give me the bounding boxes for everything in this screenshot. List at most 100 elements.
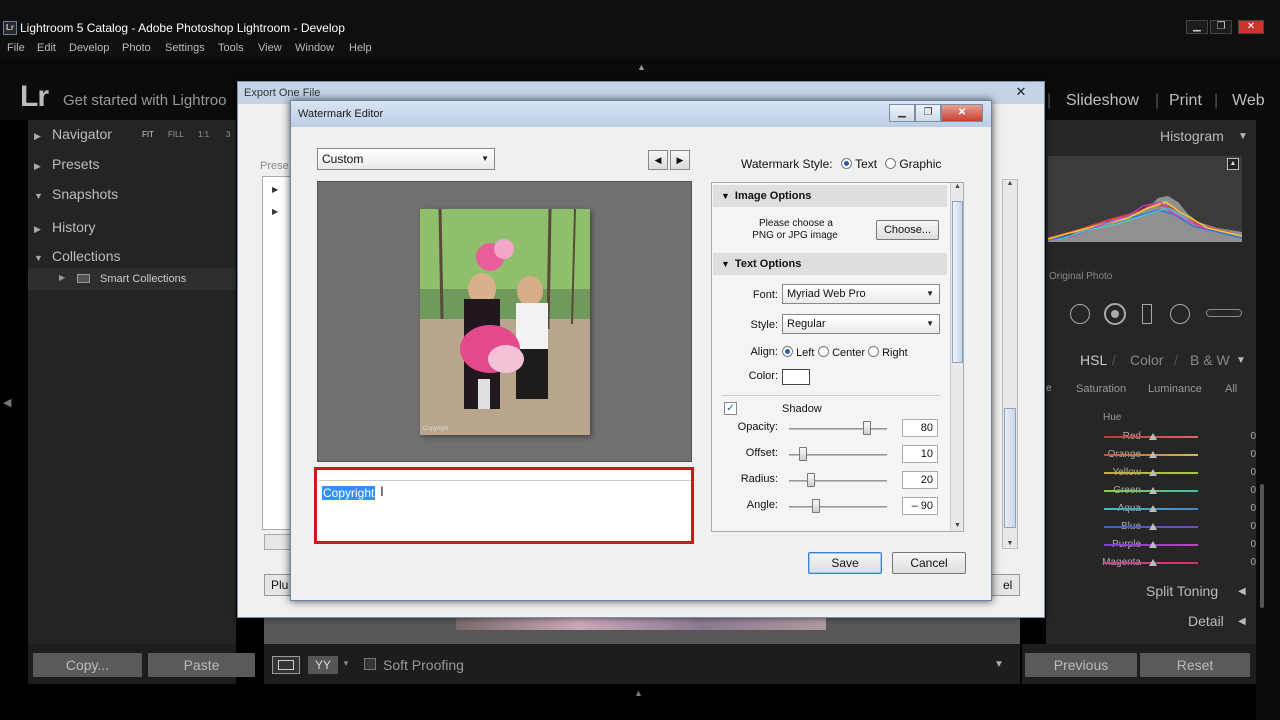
- close-window-button[interactable]: ✕: [1238, 20, 1264, 34]
- watermark-preset-select[interactable]: Custom ▼: [317, 148, 495, 170]
- close-icon[interactable]: ✕: [941, 104, 983, 122]
- section-presets[interactable]: ▶ Presets: [34, 156, 99, 172]
- reset-button[interactable]: Reset: [1140, 653, 1250, 677]
- tab-bw[interactable]: B & W: [1190, 352, 1230, 368]
- color-swatch[interactable]: [782, 369, 810, 385]
- radius-slider-thumb[interactable]: [807, 473, 815, 487]
- collapsed-triangle-icon[interactable]: ▶: [272, 185, 278, 194]
- subtab-all[interactable]: All: [1225, 383, 1237, 395]
- tab-color[interactable]: Color: [1130, 352, 1163, 368]
- histogram-header[interactable]: Histogram: [1160, 128, 1224, 144]
- zoom-custom[interactable]: 3: [226, 130, 230, 139]
- paste-settings-button[interactable]: Paste: [148, 653, 255, 677]
- align-left-radio[interactable]: Left: [782, 346, 814, 359]
- style-graphic-radio[interactable]: Graphic: [885, 157, 941, 171]
- menu-file[interactable]: File: [7, 42, 25, 54]
- right-panel-scrollbar[interactable]: [1256, 120, 1280, 720]
- watermark-text-input[interactable]: Copyright I: [314, 467, 694, 544]
- soft-proofing-checkbox[interactable]: [364, 658, 376, 670]
- hue-row-blue: Blue0: [1046, 518, 1256, 536]
- choose-image-button[interactable]: Choose...: [876, 220, 939, 240]
- angle-value[interactable]: – 90: [902, 497, 938, 515]
- toolbar-menu-icon[interactable]: ▼: [994, 659, 1004, 670]
- export-cancel-button[interactable]: el: [990, 574, 1020, 596]
- filmstrip-handle-icon[interactable]: ▲: [634, 688, 643, 698]
- adjustment-brush-icon[interactable]: [1206, 309, 1242, 317]
- export-close-icon[interactable]: ✕: [1006, 83, 1036, 101]
- menu-window[interactable]: Window: [295, 42, 334, 54]
- export-scrollbar[interactable]: ▲ ▼: [1002, 179, 1018, 549]
- split-toning-header[interactable]: Split Toning: [1146, 583, 1218, 599]
- opacity-slider-thumb[interactable]: [863, 421, 871, 435]
- minimize-icon[interactable]: ▁: [889, 104, 915, 122]
- scroll-down-icon[interactable]: ▼: [951, 522, 963, 529]
- shadow-checkbox[interactable]: ✓: [724, 402, 737, 415]
- tab-hsl[interactable]: HSL: [1080, 352, 1107, 368]
- view-dropdown-icon[interactable]: ▼: [342, 659, 350, 668]
- scroll-thumb[interactable]: [952, 201, 963, 363]
- scroll-up-icon[interactable]: ▲: [951, 183, 963, 190]
- copy-settings-button[interactable]: Copy...: [33, 653, 142, 677]
- opacity-value[interactable]: 80: [902, 419, 938, 437]
- menu-help[interactable]: Help: [349, 42, 372, 54]
- menu-settings[interactable]: Settings: [165, 42, 205, 54]
- cancel-button[interactable]: Cancel: [892, 552, 966, 574]
- section-history[interactable]: ▶ History: [34, 219, 96, 235]
- red-eye-icon[interactable]: [1104, 303, 1126, 325]
- left-panel-toggle-icon[interactable]: ◀: [3, 396, 11, 409]
- save-button[interactable]: Save: [808, 552, 882, 574]
- scroll-thumb[interactable]: [1260, 484, 1264, 608]
- module-slideshow[interactable]: Slideshow: [1066, 92, 1139, 110]
- next-photo-icon[interactable]: ▶: [670, 150, 690, 170]
- options-scrollbar[interactable]: ▲ ▼: [950, 183, 963, 531]
- detail-header[interactable]: Detail: [1188, 613, 1224, 629]
- module-print[interactable]: Print: [1169, 92, 1202, 110]
- opacity-slider-track[interactable]: [789, 428, 887, 430]
- zoom-fit[interactable]: FIT: [142, 130, 154, 139]
- text-options-header[interactable]: ▼ Text Options: [713, 253, 947, 275]
- zoom-1-1[interactable]: 1:1: [198, 130, 209, 139]
- spot-removal-icon[interactable]: [1070, 304, 1090, 324]
- menu-photo[interactable]: Photo: [122, 42, 151, 54]
- collapsed-triangle-icon[interactable]: ▶: [272, 207, 278, 216]
- radius-slider-track[interactable]: [789, 480, 887, 482]
- image-options-header[interactable]: ▼ Image Options: [713, 185, 947, 207]
- menu-tools[interactable]: Tools: [218, 42, 244, 54]
- before-after-view-icon[interactable]: YY: [308, 656, 338, 674]
- align-right-radio[interactable]: Right: [868, 346, 908, 359]
- align-center-radio[interactable]: Center: [818, 346, 865, 359]
- maximize-icon[interactable]: ❐: [915, 104, 941, 122]
- previous-photo-icon[interactable]: ◀: [648, 150, 668, 170]
- chevron-down-icon: ▼: [481, 154, 489, 163]
- angle-slider-thumb[interactable]: [812, 499, 820, 513]
- offset-slider-thumb[interactable]: [799, 447, 807, 461]
- section-snapshots[interactable]: ▼ Snapshots: [34, 186, 118, 202]
- zoom-fill[interactable]: FILL: [168, 130, 184, 139]
- section-collections[interactable]: ▼ Collections: [34, 248, 120, 264]
- radius-value[interactable]: 20: [902, 471, 938, 489]
- preset-list[interactable]: ▶ ▶: [262, 176, 292, 530]
- watermark-text-value[interactable]: Copyright: [322, 486, 376, 500]
- section-navigator[interactable]: ▶ Navigator: [34, 126, 112, 142]
- radial-filter-icon[interactable]: [1170, 304, 1190, 324]
- highlight-clipping-icon[interactable]: ▲: [1227, 158, 1239, 170]
- angle-slider-track[interactable]: [789, 506, 887, 508]
- style-text-radio[interactable]: Text: [841, 157, 877, 171]
- smart-collections-item[interactable]: ▶ Smart Collections: [28, 268, 236, 290]
- collapse-top-panel-icon[interactable]: ▲: [637, 62, 646, 72]
- style-select[interactable]: Regular ▼: [782, 314, 940, 334]
- menu-view[interactable]: View: [258, 42, 282, 54]
- font-select[interactable]: Myriad Web Pro ▼: [782, 284, 940, 304]
- loupe-view-icon[interactable]: [272, 656, 300, 674]
- graduated-filter-icon[interactable]: [1142, 304, 1152, 324]
- get-started-text[interactable]: Get started with Lightroo: [63, 92, 226, 109]
- subtab-saturation[interactable]: Saturation: [1076, 383, 1126, 395]
- menu-edit[interactable]: Edit: [37, 42, 56, 54]
- minimize-button[interactable]: ▁: [1186, 20, 1208, 34]
- maximize-button[interactable]: ❐: [1210, 20, 1232, 34]
- offset-value[interactable]: 10: [902, 445, 938, 463]
- menu-develop[interactable]: Develop: [69, 42, 109, 54]
- subtab-luminance[interactable]: Luminance: [1148, 383, 1202, 395]
- previous-button[interactable]: Previous: [1025, 653, 1137, 677]
- module-web[interactable]: Web: [1232, 92, 1265, 110]
